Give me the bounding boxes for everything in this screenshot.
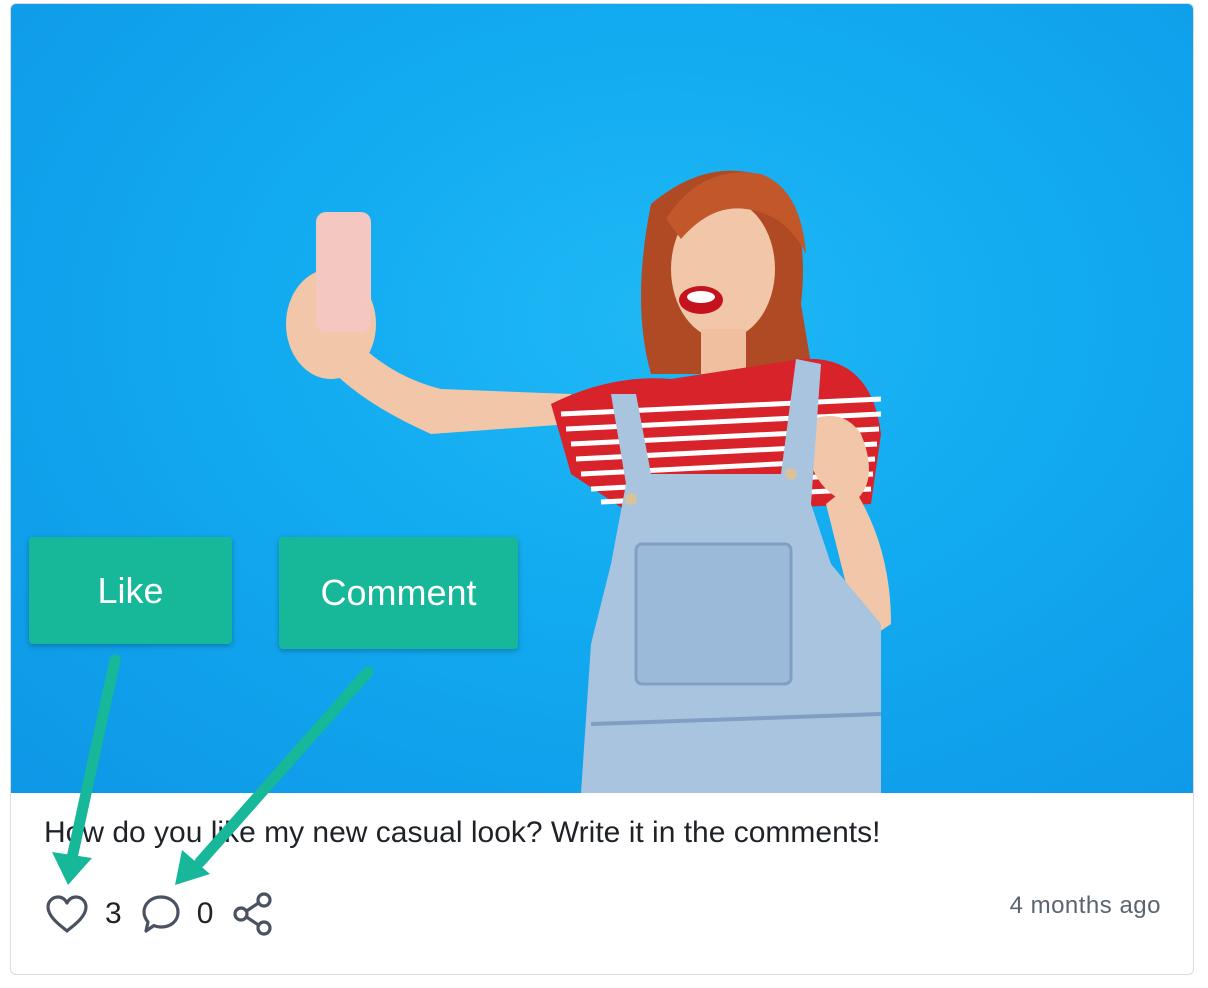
like-count: 3	[105, 897, 122, 930]
comment-count: 0	[196, 897, 214, 930]
post-actions: 3 0	[44, 890, 275, 938]
post-caption: How do you like my new casual look? Writ…	[44, 816, 881, 849]
comment-callout-label: Comment	[320, 572, 477, 613]
comment-callout: Comment	[279, 537, 518, 649]
comment-bubble-icon[interactable]	[140, 893, 182, 935]
share-button[interactable]	[231, 891, 275, 937]
like-callout: Like	[29, 537, 232, 644]
like-callout-label: Like	[97, 569, 164, 611]
share-icon[interactable]	[231, 891, 275, 937]
post-image[interactable]: Like Comment	[11, 4, 1193, 793]
like-button[interactable]: 3	[44, 894, 140, 934]
selfie-photo	[286, 170, 891, 793]
heart-icon[interactable]	[44, 894, 90, 934]
post-timestamp: 4 months ago	[1009, 892, 1161, 919]
comment-button[interactable]: 0	[140, 893, 232, 935]
post-card: Like Comment How do you like my new casu…	[10, 3, 1194, 975]
